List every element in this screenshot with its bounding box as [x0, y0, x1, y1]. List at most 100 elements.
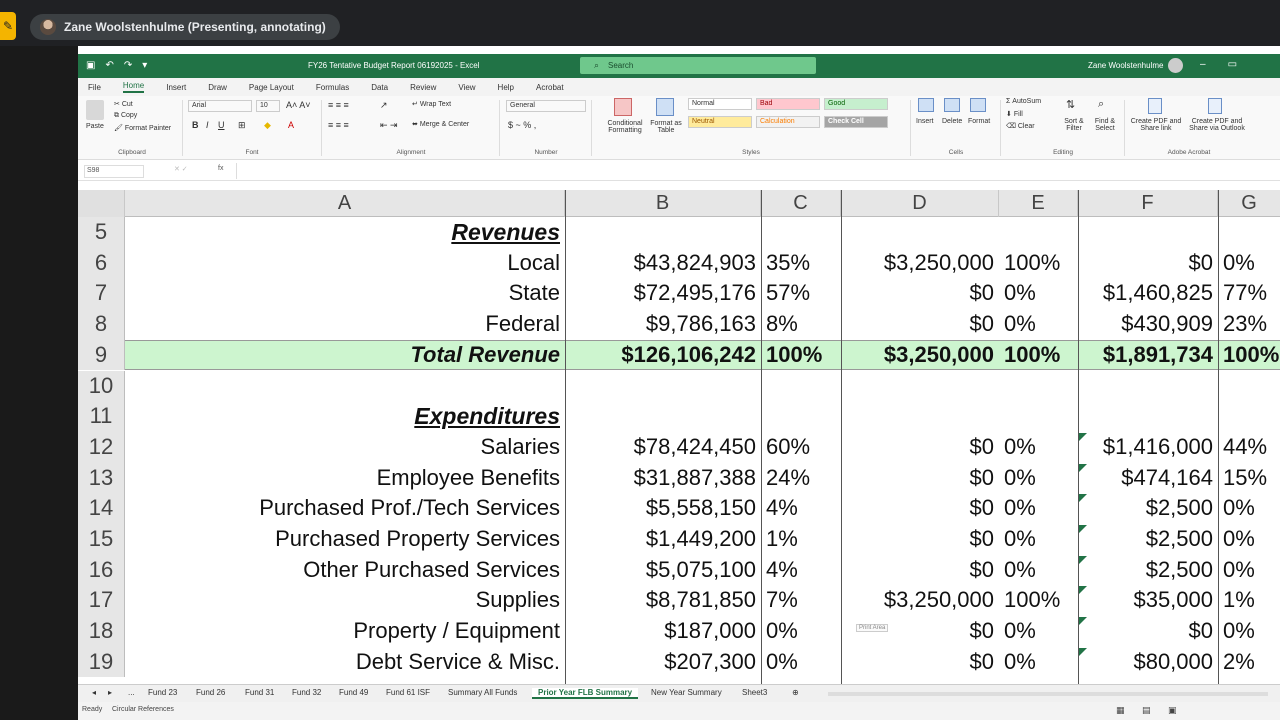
cell-e17[interactable]: 100%	[999, 585, 1078, 616]
create-pdf-share-link-button[interactable]: Create PDF and Share link	[1128, 118, 1184, 132]
sheet-tab-prior-year-flb-summary[interactable]: Prior Year FLB Summary	[532, 688, 639, 699]
customize-icon[interactable]: ▾	[142, 60, 147, 71]
maximize-icon[interactable]: ▭	[1228, 59, 1237, 70]
cell-e18[interactable]: 0%	[999, 616, 1078, 647]
cell-b12[interactable]: $78,424,450	[565, 432, 761, 463]
style-normal[interactable]: Normal	[688, 98, 752, 110]
cell-g12[interactable]: 44%	[1218, 432, 1280, 463]
font-name-select[interactable]: Arial	[188, 100, 252, 112]
column-header-f[interactable]: F	[1078, 190, 1218, 217]
cell-b10[interactable]	[565, 371, 761, 402]
pdf-outlook-icon[interactable]	[1208, 98, 1222, 114]
cell-e16[interactable]: 0%	[999, 555, 1078, 586]
sort-filter-icon[interactable]: ⇅	[1066, 98, 1075, 111]
cell-b9[interactable]: $126,106,242	[565, 340, 761, 371]
row-header[interactable]: 6	[78, 247, 125, 279]
row-header[interactable]: 11	[78, 401, 125, 432]
row-header[interactable]: 8	[78, 309, 125, 340]
cell-c5[interactable]	[761, 217, 841, 248]
view-page-break-icon[interactable]: ▣	[1168, 705, 1177, 716]
cell-f19[interactable]: $80,000	[1078, 647, 1218, 678]
worksheet-grid[interactable]: 5 Revenues 6 Local $43,824,903 35% $3,250,000 1…	[78, 217, 1280, 687]
cell-f8[interactable]: $430,909	[1078, 309, 1218, 340]
status-circular-references[interactable]: Circular References	[112, 706, 174, 713]
insert-cells-icon[interactable]	[918, 98, 934, 112]
number-format-select[interactable]: General	[506, 100, 586, 112]
formula-input[interactable]	[236, 163, 1276, 179]
cell-f17[interactable]: $35,000	[1078, 585, 1218, 616]
cell-b8[interactable]: $9,786,163	[565, 309, 761, 340]
user-name[interactable]: Zane Woolstenhulme	[1088, 61, 1163, 70]
row-header[interactable]: 19	[78, 646, 125, 678]
cell-e5[interactable]	[999, 217, 1078, 248]
grow-font-icon[interactable]: A˄ A˅	[286, 100, 311, 110]
cell-g11[interactable]	[1218, 401, 1280, 432]
cell-f9[interactable]: $1,891,734	[1078, 340, 1218, 371]
cell-b11[interactable]	[565, 401, 761, 432]
sheet-tab-fund-49[interactable]: Fund 49	[339, 688, 368, 697]
bold-icon[interactable]: B	[192, 120, 199, 130]
cell-d12[interactable]: $0	[841, 432, 999, 463]
cell-f18[interactable]: $0	[1078, 616, 1218, 647]
cell-f5[interactable]	[1078, 217, 1218, 248]
column-header-b[interactable]: B	[565, 190, 761, 217]
cell-f11[interactable]	[1078, 401, 1218, 432]
undo-icon[interactable]: ↶	[105, 60, 113, 71]
style-bad[interactable]: Bad	[756, 98, 820, 110]
presenting-icon[interactable]: ✎	[0, 12, 16, 40]
wrap-text-button[interactable]: ↵ Wrap Text	[412, 100, 451, 108]
cell-g9[interactable]: 100%	[1218, 340, 1280, 371]
cell-a11[interactable]: Expenditures	[125, 401, 565, 432]
cell-e14[interactable]: 0%	[999, 493, 1078, 524]
cell-b6[interactable]: $43,824,903	[565, 248, 761, 279]
orientation-icon[interactable]: ↗	[380, 100, 388, 111]
column-header-d[interactable]: D	[841, 190, 999, 217]
underline-icon[interactable]: U	[218, 120, 225, 130]
cell-d10[interactable]	[841, 371, 999, 402]
more-sheets-icon[interactable]: ...	[128, 688, 135, 697]
tab-review[interactable]: Review	[410, 83, 436, 92]
cell-b13[interactable]: $31,887,388	[565, 463, 761, 494]
italic-icon[interactable]: I	[206, 120, 209, 130]
error-indicator-icon[interactable]	[1079, 494, 1087, 503]
cell-d17[interactable]: $3,250,000	[841, 585, 999, 616]
sheet-tab-fund-32[interactable]: Fund 32	[292, 688, 321, 697]
cell-d16[interactable]: $0	[841, 555, 999, 586]
tab-page-layout[interactable]: Page Layout	[249, 83, 294, 92]
cell-f6[interactable]: $0	[1078, 248, 1218, 279]
sort-filter-button[interactable]: Sort & Filter	[1060, 118, 1088, 132]
add-sheet-icon[interactable]: ⊕	[792, 688, 799, 697]
cell-d11[interactable]	[841, 401, 999, 432]
cell-b16[interactable]: $5,075,100	[565, 555, 761, 586]
cell-e11[interactable]	[999, 401, 1078, 432]
tab-formulas[interactable]: Formulas	[316, 83, 349, 92]
cell-e13[interactable]: 0%	[999, 463, 1078, 494]
format-as-table-button[interactable]: Format as Table	[646, 120, 686, 134]
create-pdf-outlook-button[interactable]: Create PDF and Share via Outlook	[1186, 118, 1248, 132]
horizontal-scrollbar[interactable]	[828, 692, 1268, 696]
cell-e12[interactable]: 0%	[999, 432, 1078, 463]
merge-center-button[interactable]: ⬌ Merge & Center	[412, 120, 469, 128]
cell-e8[interactable]: 0%	[999, 309, 1078, 340]
cell-a14[interactable]: Purchased Prof./Tech Services	[125, 493, 565, 524]
save-icon[interactable]: ▣	[86, 60, 95, 71]
cell-c7[interactable]: 57%	[761, 278, 841, 309]
tab-home[interactable]: Home	[122, 81, 145, 93]
redo-icon[interactable]: ↷	[124, 60, 132, 71]
cell-a6[interactable]: Local	[125, 248, 565, 279]
currency-icons[interactable]: $ ~ % ,	[508, 120, 536, 130]
column-header-g[interactable]: G	[1218, 190, 1280, 217]
row-header[interactable]: 10	[78, 370, 125, 402]
cell-d5[interactable]	[841, 217, 999, 248]
tab-acrobat[interactable]: Acrobat	[536, 83, 564, 92]
search-input[interactable]: ⌕ Search	[580, 57, 816, 74]
cell-a16[interactable]: Other Purchased Services	[125, 555, 565, 586]
fx-icon[interactable]: fx	[218, 165, 223, 172]
cell-a15[interactable]: Purchased Property Services	[125, 524, 565, 555]
copy-button[interactable]: ⧉ Copy	[114, 112, 137, 120]
tab-insert[interactable]: Insert	[166, 83, 186, 92]
sheet-tab-fund-31[interactable]: Fund 31	[245, 688, 274, 697]
error-indicator-icon[interactable]	[1079, 647, 1087, 656]
cell-f14[interactable]: $2,500	[1078, 493, 1218, 524]
cell-a10[interactable]	[125, 371, 565, 402]
